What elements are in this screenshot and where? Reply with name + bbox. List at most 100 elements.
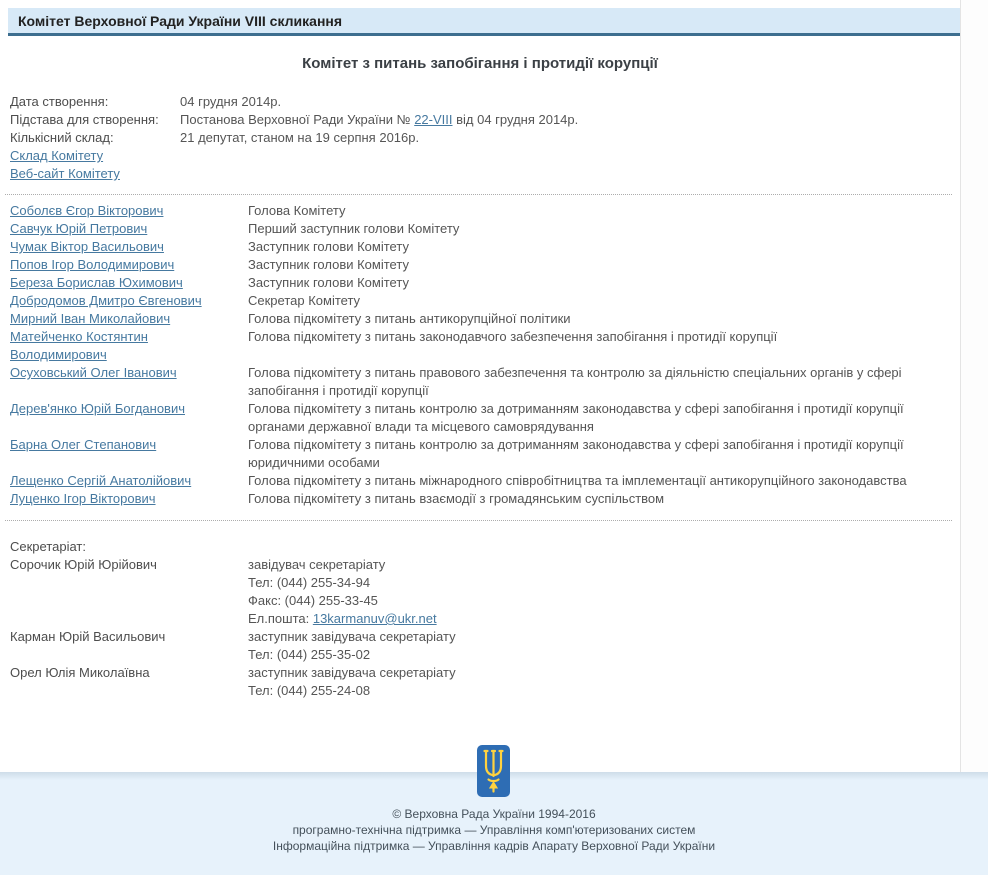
info-row-basis: Підстава для створення: Постанова Верхов… bbox=[10, 111, 960, 129]
content-area: Комітет Верховної Ради України VIII скли… bbox=[0, 0, 961, 772]
secretariat-section: Секретаріат: Сорочик Юрій Юрійович завід… bbox=[10, 538, 960, 700]
resolution-link[interactable]: 22-VIII bbox=[414, 112, 452, 127]
info-row-date: Дата створення: 04 грудня 2014р. bbox=[10, 93, 960, 111]
member-name-cell: Савчук Юрій Петрович bbox=[10, 220, 248, 238]
member-row: Матейченко Костянтин Володимирович Голов… bbox=[10, 328, 960, 364]
member-row: Савчук Юрій Петрович Перший заступник го… bbox=[10, 220, 960, 238]
member-name-cell: Береза Борислав Юхимович bbox=[10, 274, 248, 292]
basis-text-prefix: Постанова Верховної Ради України № bbox=[180, 112, 415, 127]
secretariat-member-name: Орел Юлія Миколаївна bbox=[10, 665, 150, 680]
member-name-cell: Барна Олег Степанович bbox=[10, 436, 248, 472]
page-title: Комітет з питань запобігання і протидії … bbox=[302, 55, 658, 72]
member-name-link[interactable]: Дерев'янко Юрій Богданович bbox=[10, 401, 185, 416]
member-name-link[interactable]: Попов Ігор Володимирович bbox=[10, 257, 174, 272]
info-row-count: Кількісний склад: 21 депутат, станом на … bbox=[10, 129, 960, 147]
secretariat-detail-line: завідувач секретаріату bbox=[248, 557, 386, 572]
member-name-link[interactable]: Соболєв Єгор Вікторович bbox=[10, 203, 163, 218]
member-name-link[interactable]: Луценко Ігор Вікторович bbox=[10, 491, 156, 506]
member-position: Перший заступник голови Комітету bbox=[248, 221, 460, 236]
member-row: Лещенко Сергій Анатолійович Голова підко… bbox=[10, 472, 960, 490]
basis-value: Постанова Верховної Ради України № 22-VI… bbox=[180, 111, 578, 129]
section-header-title: Комітет Верховної Ради України VIII скли… bbox=[18, 13, 343, 29]
member-position: Голова підкомітету з питань законодавчог… bbox=[248, 329, 778, 344]
secretariat-row: Карман Юрій Васильович заступник завідув… bbox=[10, 628, 960, 664]
member-name-link[interactable]: Матейченко Костянтин Володимирович bbox=[10, 329, 148, 362]
member-name-cell: Мирний Іван Миколайович bbox=[10, 310, 248, 328]
member-position: Секретар Комітету bbox=[248, 293, 361, 308]
members-list: Соболєв Єгор Вікторович Голова Комітету … bbox=[10, 202, 960, 508]
member-name-link[interactable]: Савчук Юрій Петрович bbox=[10, 221, 147, 236]
secretariat-detail-line: Тел: (044) 255-34-94 bbox=[248, 575, 371, 590]
secretariat-row: Сорочик Юрій Юрійович завідувач секретар… bbox=[10, 556, 960, 628]
email-link[interactable]: 13karmanuv@ukr.net bbox=[313, 611, 437, 626]
member-row: Дерев'янко Юрій Богданович Голова підком… bbox=[10, 400, 960, 436]
member-name-cell: Добродомов Дмитро Євгенович bbox=[10, 292, 248, 310]
committee-composition-link[interactable]: Склад Комітету bbox=[10, 148, 103, 163]
footer-copyright: © Верховна Рада України 1994-2016 bbox=[392, 807, 596, 821]
member-name-cell: Попов Ігор Володимирович bbox=[10, 256, 248, 274]
secretariat-member-details: заступник завідувача секретаріату Тел: (0… bbox=[248, 628, 960, 664]
member-row: Мирний Іван Миколайович Голова підкоміте… bbox=[10, 310, 960, 328]
member-position: Голова підкомітету з питань контролю за … bbox=[248, 401, 904, 434]
secretariat-row: Орел Юлія Миколаївна заступник завідувач… bbox=[10, 664, 960, 700]
member-name-link[interactable]: Барна Олег Степанович bbox=[10, 437, 156, 452]
ukraine-trident-icon bbox=[477, 745, 510, 797]
footer-info-support: Інформаційна підтримка — Управління кадр… bbox=[272, 839, 716, 853]
basis-label: Підстава для створення: bbox=[10, 112, 159, 127]
committee-website-link[interactable]: Веб-сайт Комітету bbox=[10, 166, 120, 181]
count-value: 21 депутат, станом на 19 серпня 2016р. bbox=[180, 130, 420, 145]
member-name-cell: Соболєв Єгор Вікторович bbox=[10, 202, 248, 220]
email-label: Ел.пошта: bbox=[248, 611, 313, 626]
secretariat-member-name: Сорочик Юрій Юрійович bbox=[10, 557, 157, 572]
count-label: Кількісний склад: bbox=[10, 130, 114, 145]
member-row: Луценко Ігор Вікторович Голова підкоміте… bbox=[10, 490, 960, 508]
member-position: Голова Комітету bbox=[248, 203, 346, 218]
secretariat-email-line: Ел.пошта: 13karmanuv@ukr.net bbox=[248, 610, 960, 628]
member-position: Голова підкомітету з питань контролю за … bbox=[248, 437, 904, 470]
member-position: Голова підкомітету з питань правового за… bbox=[248, 365, 902, 398]
member-name-cell: Чумак Віктор Васильович bbox=[10, 238, 248, 256]
member-row: Осуховський Олег Іванович Голова підкомі… bbox=[10, 364, 960, 400]
member-name-cell: Луценко Ігор Вікторович bbox=[10, 490, 248, 508]
member-name-link[interactable]: Мирний Іван Миколайович bbox=[10, 311, 170, 326]
member-position: Голова підкомітету з питань антикорупцій… bbox=[248, 311, 571, 326]
member-row: Добродомов Дмитро Євгенович Секретар Ком… bbox=[10, 292, 960, 310]
member-row: Соболєв Єгор Вікторович Голова Комітету bbox=[10, 202, 960, 220]
secretariat-detail-line: Тел: (044) 255-35-02 bbox=[248, 647, 371, 662]
member-name-link[interactable]: Осуховський Олег Іванович bbox=[10, 365, 177, 380]
date-value: 04 грудня 2014р. bbox=[180, 94, 282, 109]
info-row-website: Веб-сайт Комітету bbox=[10, 165, 960, 183]
dotted-divider-top bbox=[5, 194, 952, 195]
member-name-link[interactable]: Лещенко Сергій Анатолійович bbox=[10, 473, 191, 488]
date-label: Дата створення: bbox=[10, 94, 109, 109]
member-name-link[interactable]: Добродомов Дмитро Євгенович bbox=[10, 293, 202, 308]
secretariat-detail-line: Тел: (044) 255-24-08 bbox=[248, 683, 371, 698]
member-name-cell: Осуховський Олег Іванович bbox=[10, 364, 248, 400]
member-position: Заступник голови Комітету bbox=[248, 257, 409, 272]
secretariat-list: Сорочик Юрій Юрійович завідувач секретар… bbox=[10, 556, 960, 700]
member-position: Заступник голови Комітету bbox=[248, 239, 409, 254]
member-row: Барна Олег Степанович Голова підкомітету… bbox=[10, 436, 960, 472]
member-name-cell: Матейченко Костянтин Володимирович bbox=[10, 328, 248, 364]
member-position: Голова підкомітету з питань взаємодії з … bbox=[248, 491, 665, 506]
member-row: Чумак Віктор Васильович Заступник голови… bbox=[10, 238, 960, 256]
member-position: Заступник голови Комітету bbox=[248, 275, 409, 290]
secretariat-detail-line: Факс: (044) 255-33-45 bbox=[248, 593, 378, 608]
secretariat-detail-line: заступник завідувача секретаріату bbox=[248, 629, 456, 644]
member-name-cell: Дерев'янко Юрій Богданович bbox=[10, 400, 248, 436]
committee-info-section: Дата створення: 04 грудня 2014р. Підстав… bbox=[10, 93, 960, 183]
member-row: Попов Ігор Володимирович Заступник голов… bbox=[10, 256, 960, 274]
basis-text-suffix: від 04 грудня 2014р. bbox=[452, 112, 579, 127]
secretariat-member-details: заступник завідувача секретаріату Тел: (0… bbox=[248, 664, 960, 700]
secretariat-member-details: завідувач секретаріату Тел: (044) 255-34-… bbox=[248, 556, 960, 628]
secretariat-detail-line: заступник завідувача секретаріату bbox=[248, 665, 456, 680]
section-header-bar: Комітет Верховної Ради України VIII скли… bbox=[8, 8, 960, 36]
member-row: Береза Борислав Юхимович Заступник голов… bbox=[10, 274, 960, 292]
member-name-cell: Лещенко Сергій Анатолійович bbox=[10, 472, 248, 490]
info-row-composition: Склад Комітету bbox=[10, 147, 960, 165]
member-name-link[interactable]: Чумак Віктор Васильович bbox=[10, 239, 164, 254]
member-name-link[interactable]: Береза Борислав Юхимович bbox=[10, 275, 183, 290]
member-position: Голова підкомітету з питань міжнародного… bbox=[248, 473, 907, 488]
footer-tech-support: програмно-технічна підтримка — Управлінн… bbox=[292, 823, 696, 837]
secretariat-member-name: Карман Юрій Васильович bbox=[10, 629, 166, 644]
